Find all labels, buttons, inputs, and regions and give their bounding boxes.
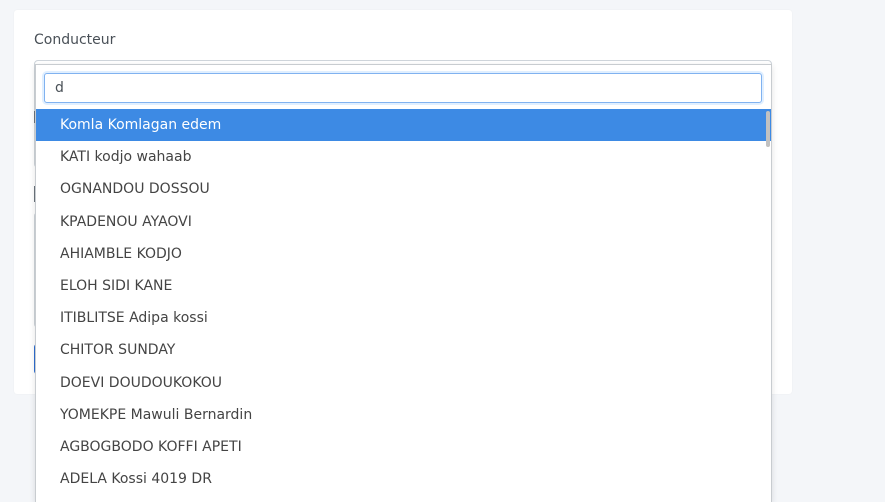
option-item[interactable]: KATI kodjo wahaab xyxy=(36,141,771,173)
option-item[interactable]: AHIAMBLE KODJO xyxy=(36,238,771,270)
option-item[interactable]: DOEVI DOUDOUKOKOU xyxy=(36,367,771,399)
driver-dropdown: Komla Komlagan edem KATI kodjo wahaab OG… xyxy=(35,64,772,502)
option-item[interactable]: ELOH SIDI KANE xyxy=(36,270,771,302)
option-item[interactable]: ADELA Kossi 4019 DR xyxy=(36,463,771,495)
search-wrapper xyxy=(36,65,771,109)
option-item[interactable]: CHITOR SUNDAY xyxy=(36,334,771,366)
option-item[interactable]: AGBOGBODO KOFFI APETI xyxy=(36,431,771,463)
option-item[interactable]: OGNANDOU DOSSOU xyxy=(36,173,771,205)
scrollbar[interactable] xyxy=(766,111,770,147)
dropdown-search-input[interactable] xyxy=(44,73,762,103)
option-item[interactable]: KPADENOU AYAOVI xyxy=(36,206,771,238)
options-list: Komla Komlagan edem KATI kodjo wahaab OG… xyxy=(36,109,771,495)
option-item[interactable]: ITIBLITSE Adipa kossi xyxy=(36,302,771,334)
option-item[interactable]: Komla Komlagan edem xyxy=(36,109,771,142)
driver-label: Conducteur xyxy=(34,32,116,48)
option-item[interactable]: YOMEKPE Mawuli Bernardin xyxy=(36,399,771,431)
